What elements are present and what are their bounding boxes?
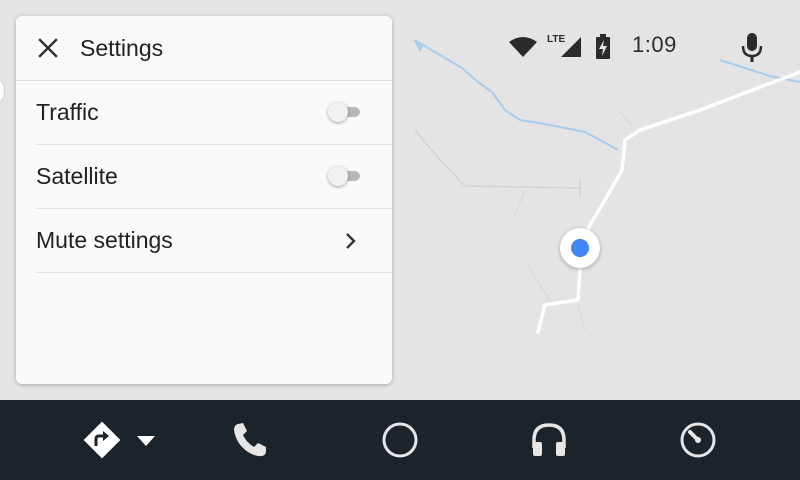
battery-charging-icon	[596, 34, 610, 59]
location-dot	[571, 239, 589, 257]
close-icon[interactable]	[34, 34, 62, 62]
setting-label-mute-settings: Mute settings	[36, 227, 173, 253]
clock: 1:09	[632, 32, 677, 57]
chevron-right-icon	[346, 233, 356, 249]
android-auto-screen: LTE 1:09 Settings Traffic Satellite Mute…	[0, 0, 800, 480]
settings-panel: Settings Traffic Satellite Mute settings	[16, 16, 392, 384]
setting-row-satellite[interactable]: Satellite	[36, 145, 392, 209]
current-location-marker[interactable]	[560, 228, 600, 268]
phone-icon[interactable]	[228, 418, 272, 462]
microphone-icon[interactable]	[740, 32, 764, 64]
toggle-thumb	[328, 102, 348, 122]
setting-row-traffic[interactable]: Traffic	[36, 81, 392, 145]
setting-row-mute-settings[interactable]: Mute settings	[36, 209, 392, 273]
status-bar: LTE 1:09	[500, 28, 800, 68]
headphones-icon[interactable]	[527, 418, 571, 462]
satellite-toggle[interactable]	[328, 165, 362, 187]
traffic-toggle[interactable]	[328, 101, 362, 123]
speedometer-icon[interactable]	[676, 418, 720, 462]
dropdown-arrow-icon	[137, 436, 155, 446]
home-circle-icon[interactable]	[378, 418, 422, 462]
setting-label-satellite: Satellite	[36, 163, 118, 189]
bottom-nav-bar	[0, 400, 800, 480]
settings-header: Settings	[16, 16, 392, 81]
setting-label-traffic: Traffic	[36, 99, 99, 125]
settings-title: Settings	[80, 35, 164, 61]
toggle-thumb	[328, 166, 348, 186]
wifi-icon	[509, 37, 537, 57]
nav-button-navigation[interactable]	[80, 418, 160, 462]
navigation-icon	[83, 421, 121, 459]
cell-signal-icon	[561, 37, 581, 57]
